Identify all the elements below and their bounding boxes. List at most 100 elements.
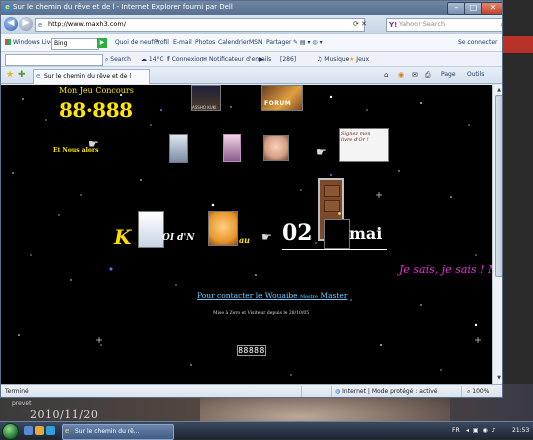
- link-photos[interactable]: Photos: [195, 39, 215, 46]
- games-label: Jeux: [356, 56, 370, 63]
- duck-image: [138, 211, 164, 248]
- toolbar-search-label: Search: [110, 56, 131, 63]
- koi-underline: [282, 249, 387, 250]
- taskbar-ie-button[interactable]: e Sur le chemin du rê...: [62, 424, 174, 440]
- system-tray: FR ◂ ▣ ◉ ♪ 21:53: [452, 424, 532, 438]
- favorites-star-icon[interactable]: ★: [6, 70, 14, 80]
- address-bar: ◀ ▶ e http://www.maxh3.com/ ⟳ ✕ Y! Yahoo…: [1, 15, 502, 33]
- weather-label: 14°C: [148, 56, 164, 63]
- forward-button[interactable]: ▶: [19, 17, 33, 31]
- mail-count[interactable]: [286]: [280, 56, 296, 63]
- koi-oi-text: OI d'N: [162, 233, 195, 243]
- weather-icon: ☁: [141, 56, 149, 63]
- baby-photo[interactable]: [263, 135, 289, 161]
- windows-flag-icon: [5, 39, 11, 45]
- url-input[interactable]: e http://www.maxh3.com/: [35, 18, 365, 32]
- facebook-connect-button[interactable]: f Connexion: [167, 56, 203, 63]
- gallery-image-1[interactable]: [169, 134, 188, 163]
- browser-window: e Sur le chemin du rêve et de l - Intern…: [0, 0, 503, 398]
- link-profil[interactable]: Profil: [154, 39, 169, 46]
- koi-au-text: au: [239, 235, 250, 245]
- language-indicator[interactable]: FR: [452, 424, 460, 438]
- tray-icons[interactable]: ◂ ▣ ◉ ♪: [466, 424, 496, 438]
- url-text: http://www.maxh3.com/: [48, 20, 126, 28]
- search-input[interactable]: Y! Yahoo! Search ⌕: [386, 18, 502, 32]
- clock[interactable]: 21:53: [512, 424, 529, 438]
- status-text: Terminé: [5, 388, 29, 395]
- contact-link[interactable]: Pour contacter le Wouaibe Mestre Master: [197, 291, 347, 300]
- tools-menu[interactable]: Outils: [467, 71, 484, 78]
- bing-go-button[interactable]: ▶: [97, 38, 107, 48]
- link-msn[interactable]: MSN: [249, 39, 262, 46]
- print-icon[interactable]: ⎙: [425, 71, 431, 80]
- scrollbar-thumb[interactable]: [495, 95, 502, 277]
- vertical-scrollbar[interactable]: ▲ ▼: [492, 85, 502, 384]
- status-bar: Terminé ◍ Internet | Mode protégé : acti…: [1, 384, 502, 397]
- page-menu[interactable]: Page: [441, 71, 456, 78]
- koi-date-number: 02: [282, 220, 313, 246]
- title-bar[interactable]: e Sur le chemin du rêve et de l - Intern…: [1, 1, 502, 15]
- ie-logo-icon: e: [65, 427, 70, 435]
- zoom-value: 100%: [472, 388, 490, 395]
- toolbar-icons[interactable]: ✎ ▤ ▾ ◎ ▾: [293, 39, 323, 46]
- forum-label: FORUM: [264, 100, 292, 107]
- refresh-stop-buttons[interactable]: ⟳ ✕: [353, 18, 383, 30]
- link-quoi-de-neuf[interactable]: Quoi de neuf ?: [115, 39, 159, 46]
- start-button[interactable]: [2, 423, 19, 440]
- close-button[interactable]: ✕: [481, 2, 502, 15]
- read-mail-icon[interactable]: ✉: [412, 71, 418, 79]
- weather-widget[interactable]: ☁ 14°C: [141, 56, 164, 63]
- date-watermark: 2010/11/20: [30, 408, 99, 421]
- toolbar-search-button[interactable]: ⌕ Search: [105, 56, 131, 64]
- visitors-since-text: Mise à Zero et Visiteur depuis le 28/10/…: [213, 311, 310, 316]
- quicklaunch-folder-icon[interactable]: [35, 426, 44, 435]
- link-partager[interactable]: Partager: [266, 39, 292, 46]
- contact-link-end: Master: [320, 291, 348, 300]
- taskbar: e Sur le chemin du rê... FR ◂ ▣ ◉ ♪ 21:5…: [0, 421, 533, 440]
- concours-title[interactable]: Mon Jeu Concours: [59, 86, 134, 95]
- quicklaunch-desktop-icon[interactable]: [24, 426, 33, 435]
- link-email[interactable]: E-mail: [173, 39, 192, 46]
- windows-live-label: Windows Live: [13, 39, 54, 46]
- sign-in-link[interactable]: Se connecter: [458, 39, 497, 46]
- guestbook-label: Signez mon livre d'Or !: [341, 131, 371, 143]
- games-button[interactable]: ★ Jeux: [349, 56, 369, 63]
- mai-image: [324, 219, 350, 249]
- quicklaunch-ie-icon[interactable]: [46, 426, 55, 435]
- security-zone[interactable]: ◍ Internet | Mode protégé : activé: [335, 388, 438, 395]
- back-button[interactable]: ◀: [4, 17, 18, 31]
- gallery-image-2[interactable]: [223, 134, 241, 162]
- page-icon: e: [38, 21, 43, 29]
- link-calendrier[interactable]: Calendrier: [218, 39, 249, 46]
- connexion-label: Connexion: [171, 56, 204, 63]
- contact-link-main: Pour contacter le Wouaibe: [197, 291, 298, 300]
- home-icon[interactable]: ⌂: [384, 71, 388, 79]
- windows-live-toolbar: Windows Live Bing ▶ Quoi de neuf ? Profi…: [1, 33, 502, 52]
- search-icon[interactable]: ⌕: [501, 19, 502, 30]
- toolbar-search-field[interactable]: [5, 54, 103, 66]
- ie-logo-icon: e: [3, 3, 12, 12]
- door-panel: [324, 185, 340, 197]
- visit-counter: 88888: [237, 345, 266, 356]
- tab-current[interactable]: e Sur le chemin du rêve et de l: [33, 69, 150, 84]
- music-button[interactable]: ♫ Musique: [317, 56, 349, 63]
- forum-image[interactable]: [261, 85, 303, 111]
- favorites-bar: ★ ✚ e Sur le chemin du rêve et de l ⌂ ◉ …: [1, 67, 502, 84]
- youtube-icon[interactable]: ▶: [259, 56, 264, 63]
- windows-live-logo[interactable]: Windows Live: [5, 39, 54, 46]
- page-icon: e: [36, 72, 41, 80]
- feed-icon[interactable]: ◉: [398, 71, 404, 79]
- add-favorite-icon[interactable]: ✚: [18, 70, 26, 80]
- scroll-down-icon[interactable]: ▼: [495, 374, 502, 382]
- zoom-level[interactable]: ⌕ 100%: [467, 388, 489, 396]
- music-label: Musique: [324, 56, 350, 63]
- tab-title: Sur le chemin du rêve et de l: [44, 73, 131, 80]
- pointing-hand-icon: ☛: [316, 145, 327, 159]
- scroll-up-icon[interactable]: ▲: [495, 86, 502, 94]
- pointing-hand-icon: ☛: [88, 137, 99, 151]
- status-divider: [461, 386, 462, 397]
- window-title: Sur le chemin du rêve et de l - Internet…: [13, 3, 233, 11]
- mail-icon: ✉: [202, 56, 209, 63]
- bing-search-input[interactable]: Bing: [51, 38, 99, 50]
- secondary-toolbar: ⌕ Search ☁ 14°C f Connexion ✉ Notificate…: [1, 52, 502, 67]
